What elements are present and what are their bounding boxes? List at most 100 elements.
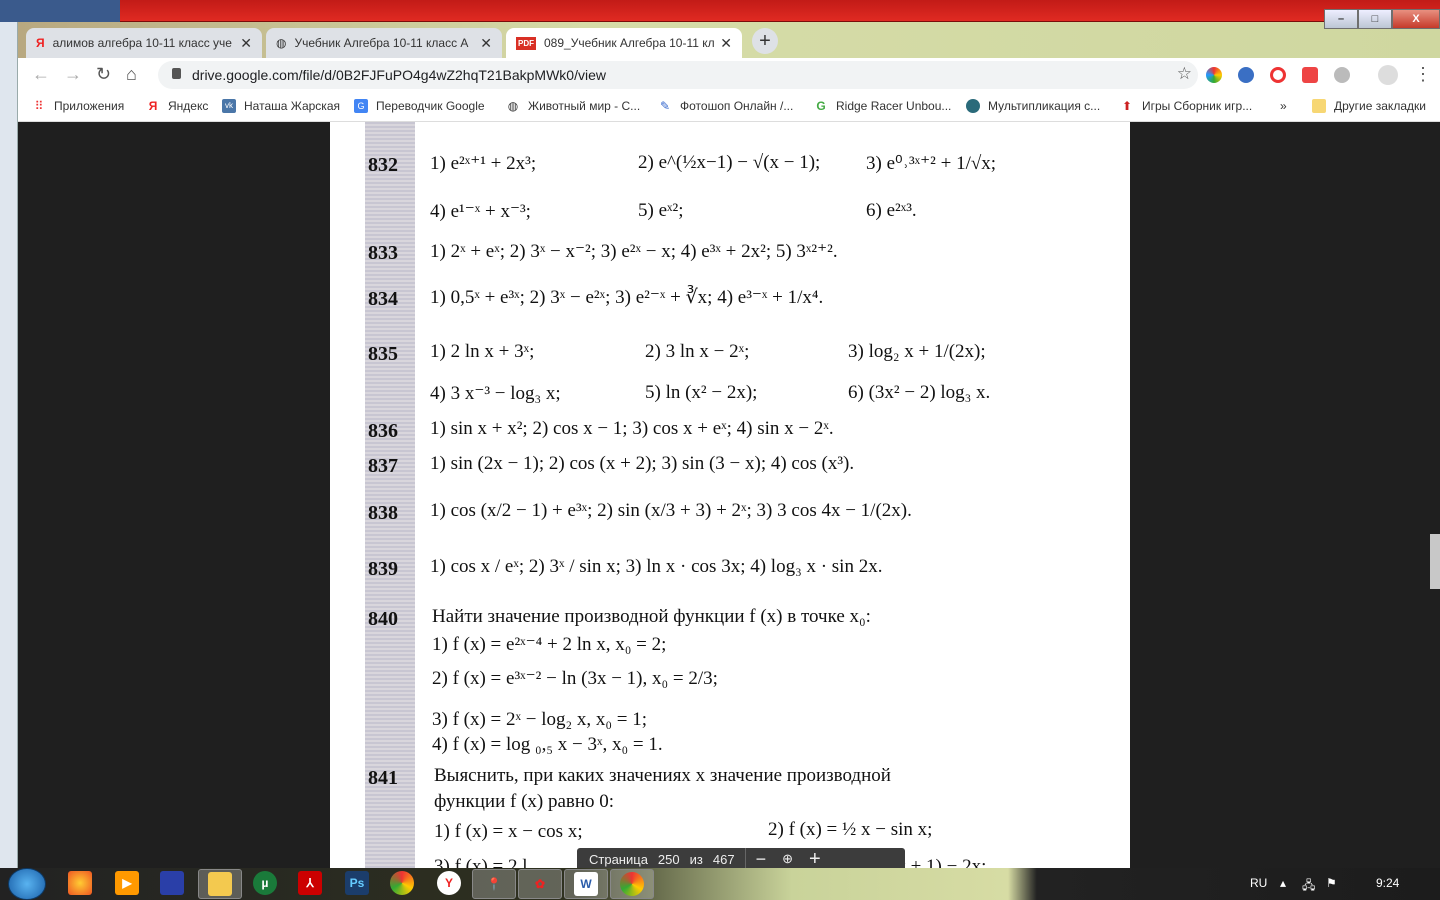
back-icon[interactable]: ← xyxy=(32,64,50,85)
close-window-button[interactable]: X xyxy=(1392,9,1440,29)
exercise-number: 837 xyxy=(368,455,398,477)
toolbar: ← → ↻ ⌂ drive.google.com/file/d/0B2FJFuP… xyxy=(18,58,1440,92)
forward-icon[interactable]: → xyxy=(64,64,82,85)
expression: 1) sin (2x − 1); 2) cos (x + 2); 3) sin … xyxy=(430,453,855,474)
globe-icon: ◍ xyxy=(276,36,287,50)
zoom-out-button[interactable]: − xyxy=(756,849,767,870)
reload-icon[interactable]: ↻ xyxy=(96,64,111,85)
bookmark-label: Яндекс xyxy=(168,99,209,113)
exercise-number: 833 xyxy=(368,242,398,264)
bookmark-vk[interactable]: vk Наташа Жарская xyxy=(222,99,340,113)
extension-color-icon[interactable] xyxy=(1206,67,1222,83)
window-controls: – □ X xyxy=(1324,9,1440,29)
url-text[interactable]: drive.google.com/file/d/0B2FJFuPO4g4wZ2h… xyxy=(192,67,606,83)
utorrent-icon[interactable]: µ xyxy=(253,871,277,895)
expression: 1) 0,5ˣ + e³ˣ; 2) 3ˣ − e²ˣ; 3) e²⁻ˣ + ∛x… xyxy=(430,287,824,308)
globe-icon: ◍ xyxy=(507,99,519,113)
exercise-number: 841 xyxy=(368,767,398,789)
minimize-button[interactable]: – xyxy=(1324,9,1358,29)
tray-expand-icon[interactable]: ▴ xyxy=(1280,876,1286,890)
tab-title: 089_Учебник Алгебра 10-11 кла xyxy=(544,36,715,50)
scrollbar-thumb[interactable] xyxy=(1430,534,1440,589)
firefox-icon[interactable] xyxy=(68,871,92,895)
expression: 2) f (x) = ½ x − sin x; xyxy=(768,819,933,840)
address-bar[interactable]: drive.google.com/file/d/0B2FJFuPO4g4wZ2h… xyxy=(158,61,1198,89)
tab-title: алимов алгебра 10-11 класс уче xyxy=(52,36,232,50)
close-tab-icon[interactable]: ✕ xyxy=(720,35,732,52)
menu-kebab-icon[interactable]: ⋮ xyxy=(1414,64,1432,85)
network-icon[interactable]: 🖧 xyxy=(1302,876,1315,897)
bookmark-label: Наташа Жарская xyxy=(244,99,340,113)
word-icon: W xyxy=(574,872,598,896)
close-tab-icon[interactable]: ✕ xyxy=(480,35,492,52)
photoshop-icon[interactable]: Ps xyxy=(345,871,369,895)
tab-textbook[interactable]: ◍ Учебник Алгебра 10-11 класс А ✕ xyxy=(266,28,502,58)
chrome-taskbar-button[interactable] xyxy=(610,869,654,899)
expression: 4) f (x) = log ₀,₅ x − 3ˣ, x₀ = 1. xyxy=(432,734,663,755)
tab-yandex-search[interactable]: Я алимов алгебра 10-11 класс уче ✕ xyxy=(26,28,262,58)
flower-icon: ✿ xyxy=(534,877,546,891)
pdf-page-controls: Страница 250 из 467 − ⊕ + xyxy=(577,848,905,870)
media-player-icon[interactable]: ▶ xyxy=(115,871,139,895)
start-button[interactable] xyxy=(8,868,46,900)
bookmark-photoshop[interactable]: ✎ Фотошоп Онлайн /... xyxy=(658,99,793,113)
g-icon: G xyxy=(816,99,826,113)
language-indicator[interactable]: RU xyxy=(1250,876,1267,890)
photoshop-online-icon: ✎ xyxy=(659,99,671,113)
exercise-number: 840 xyxy=(368,608,398,630)
chrome-icon[interactable] xyxy=(390,871,414,895)
page-number-input[interactable]: 250 xyxy=(658,852,680,867)
bookmark-star-icon[interactable]: ☆ xyxy=(1177,64,1192,84)
extension-gear-icon[interactable] xyxy=(1238,67,1254,83)
bookmarks-bar: ⠿ Приложения Я Яндекс vk Наташа Жарская G Пе… xyxy=(18,92,1440,122)
extension-yandex-icon[interactable] xyxy=(1302,67,1318,83)
tab-pdf-active[interactable]: PDF 089_Учебник Алгебра 10-11 кла ✕ xyxy=(506,28,742,58)
acrobat-icon[interactable]: ⅄ xyxy=(298,871,322,895)
vk-icon: vk xyxy=(222,99,236,113)
folder-icon xyxy=(1312,99,1326,113)
exercise-text: Выяснить, при каких значениях x значение… xyxy=(434,765,891,786)
explorer-taskbar-button[interactable] xyxy=(198,869,242,899)
expression: 2) f (x) = e³ˣ⁻² − ln (3x − 1), x₀ = 2/3… xyxy=(432,668,718,689)
more-bookmarks-button[interactable]: » xyxy=(1280,99,1287,113)
bookmark-animal-world[interactable]: ◍ Животный мир - С... xyxy=(506,99,640,113)
yandex-browser-icon[interactable]: Y xyxy=(437,871,461,895)
bookmark-apps[interactable]: ⠿ Приложения xyxy=(32,99,125,113)
new-tab-button[interactable]: + xyxy=(752,28,778,54)
home-icon[interactable]: ⌂ xyxy=(126,64,137,85)
word-taskbar-button[interactable]: W xyxy=(564,869,608,899)
exercise-number: 835 xyxy=(368,343,398,365)
bookmark-yandex[interactable]: Я Яндекс xyxy=(146,99,209,113)
background-word-titlebar xyxy=(0,0,1440,22)
maximize-button[interactable]: □ xyxy=(1358,9,1392,29)
profile-avatar[interactable] xyxy=(1378,65,1398,85)
background-word-window xyxy=(0,22,18,868)
exercise-number: 836 xyxy=(368,420,398,442)
zoom-icon: ⊕ xyxy=(782,851,793,866)
bookmark-multiplication[interactable]: Мультипликация с... xyxy=(966,99,1100,113)
bookmark-games[interactable]: ⬆ Игры Сборник игр... xyxy=(1120,99,1252,113)
pin-app-taskbar-button[interactable]: 📍 xyxy=(472,869,516,899)
other-bookmarks[interactable]: Другие закладки xyxy=(1312,99,1426,113)
app-taskbar-button[interactable]: ✿ xyxy=(518,869,562,899)
divider xyxy=(744,848,746,870)
action-center-flag-icon[interactable]: ⚑ xyxy=(1326,876,1337,890)
page-total: 467 xyxy=(712,851,735,867)
save-app-icon[interactable] xyxy=(160,871,184,895)
bookmark-ridge-racer[interactable]: G Ridge Racer Unbou... xyxy=(814,99,951,113)
bookmark-label: Другие закладки xyxy=(1334,99,1426,113)
games-icon: ⬆ xyxy=(1121,99,1133,113)
bookmark-translate[interactable]: G Переводчик Google xyxy=(354,99,485,113)
yandex-icon: Я xyxy=(36,36,45,50)
multiplication-icon xyxy=(966,99,980,113)
exercise-number: 838 xyxy=(368,502,398,524)
page-margin-strip xyxy=(365,122,415,868)
expression: 3) f (x) = 2 l xyxy=(434,856,528,868)
expression: 1) f (x) = e²ˣ⁻⁴ + 2 ln x, x₀ = 2; xyxy=(432,634,667,655)
close-tab-icon[interactable]: ✕ xyxy=(240,35,252,52)
exercise-number: 839 xyxy=(368,558,398,580)
extension-target-icon[interactable] xyxy=(1270,67,1286,83)
clock[interactable]: 9:24 xyxy=(1376,876,1399,890)
bookmark-label: Фотошоп Онлайн /... xyxy=(680,99,794,113)
extension-globe-icon[interactable] xyxy=(1334,67,1350,83)
